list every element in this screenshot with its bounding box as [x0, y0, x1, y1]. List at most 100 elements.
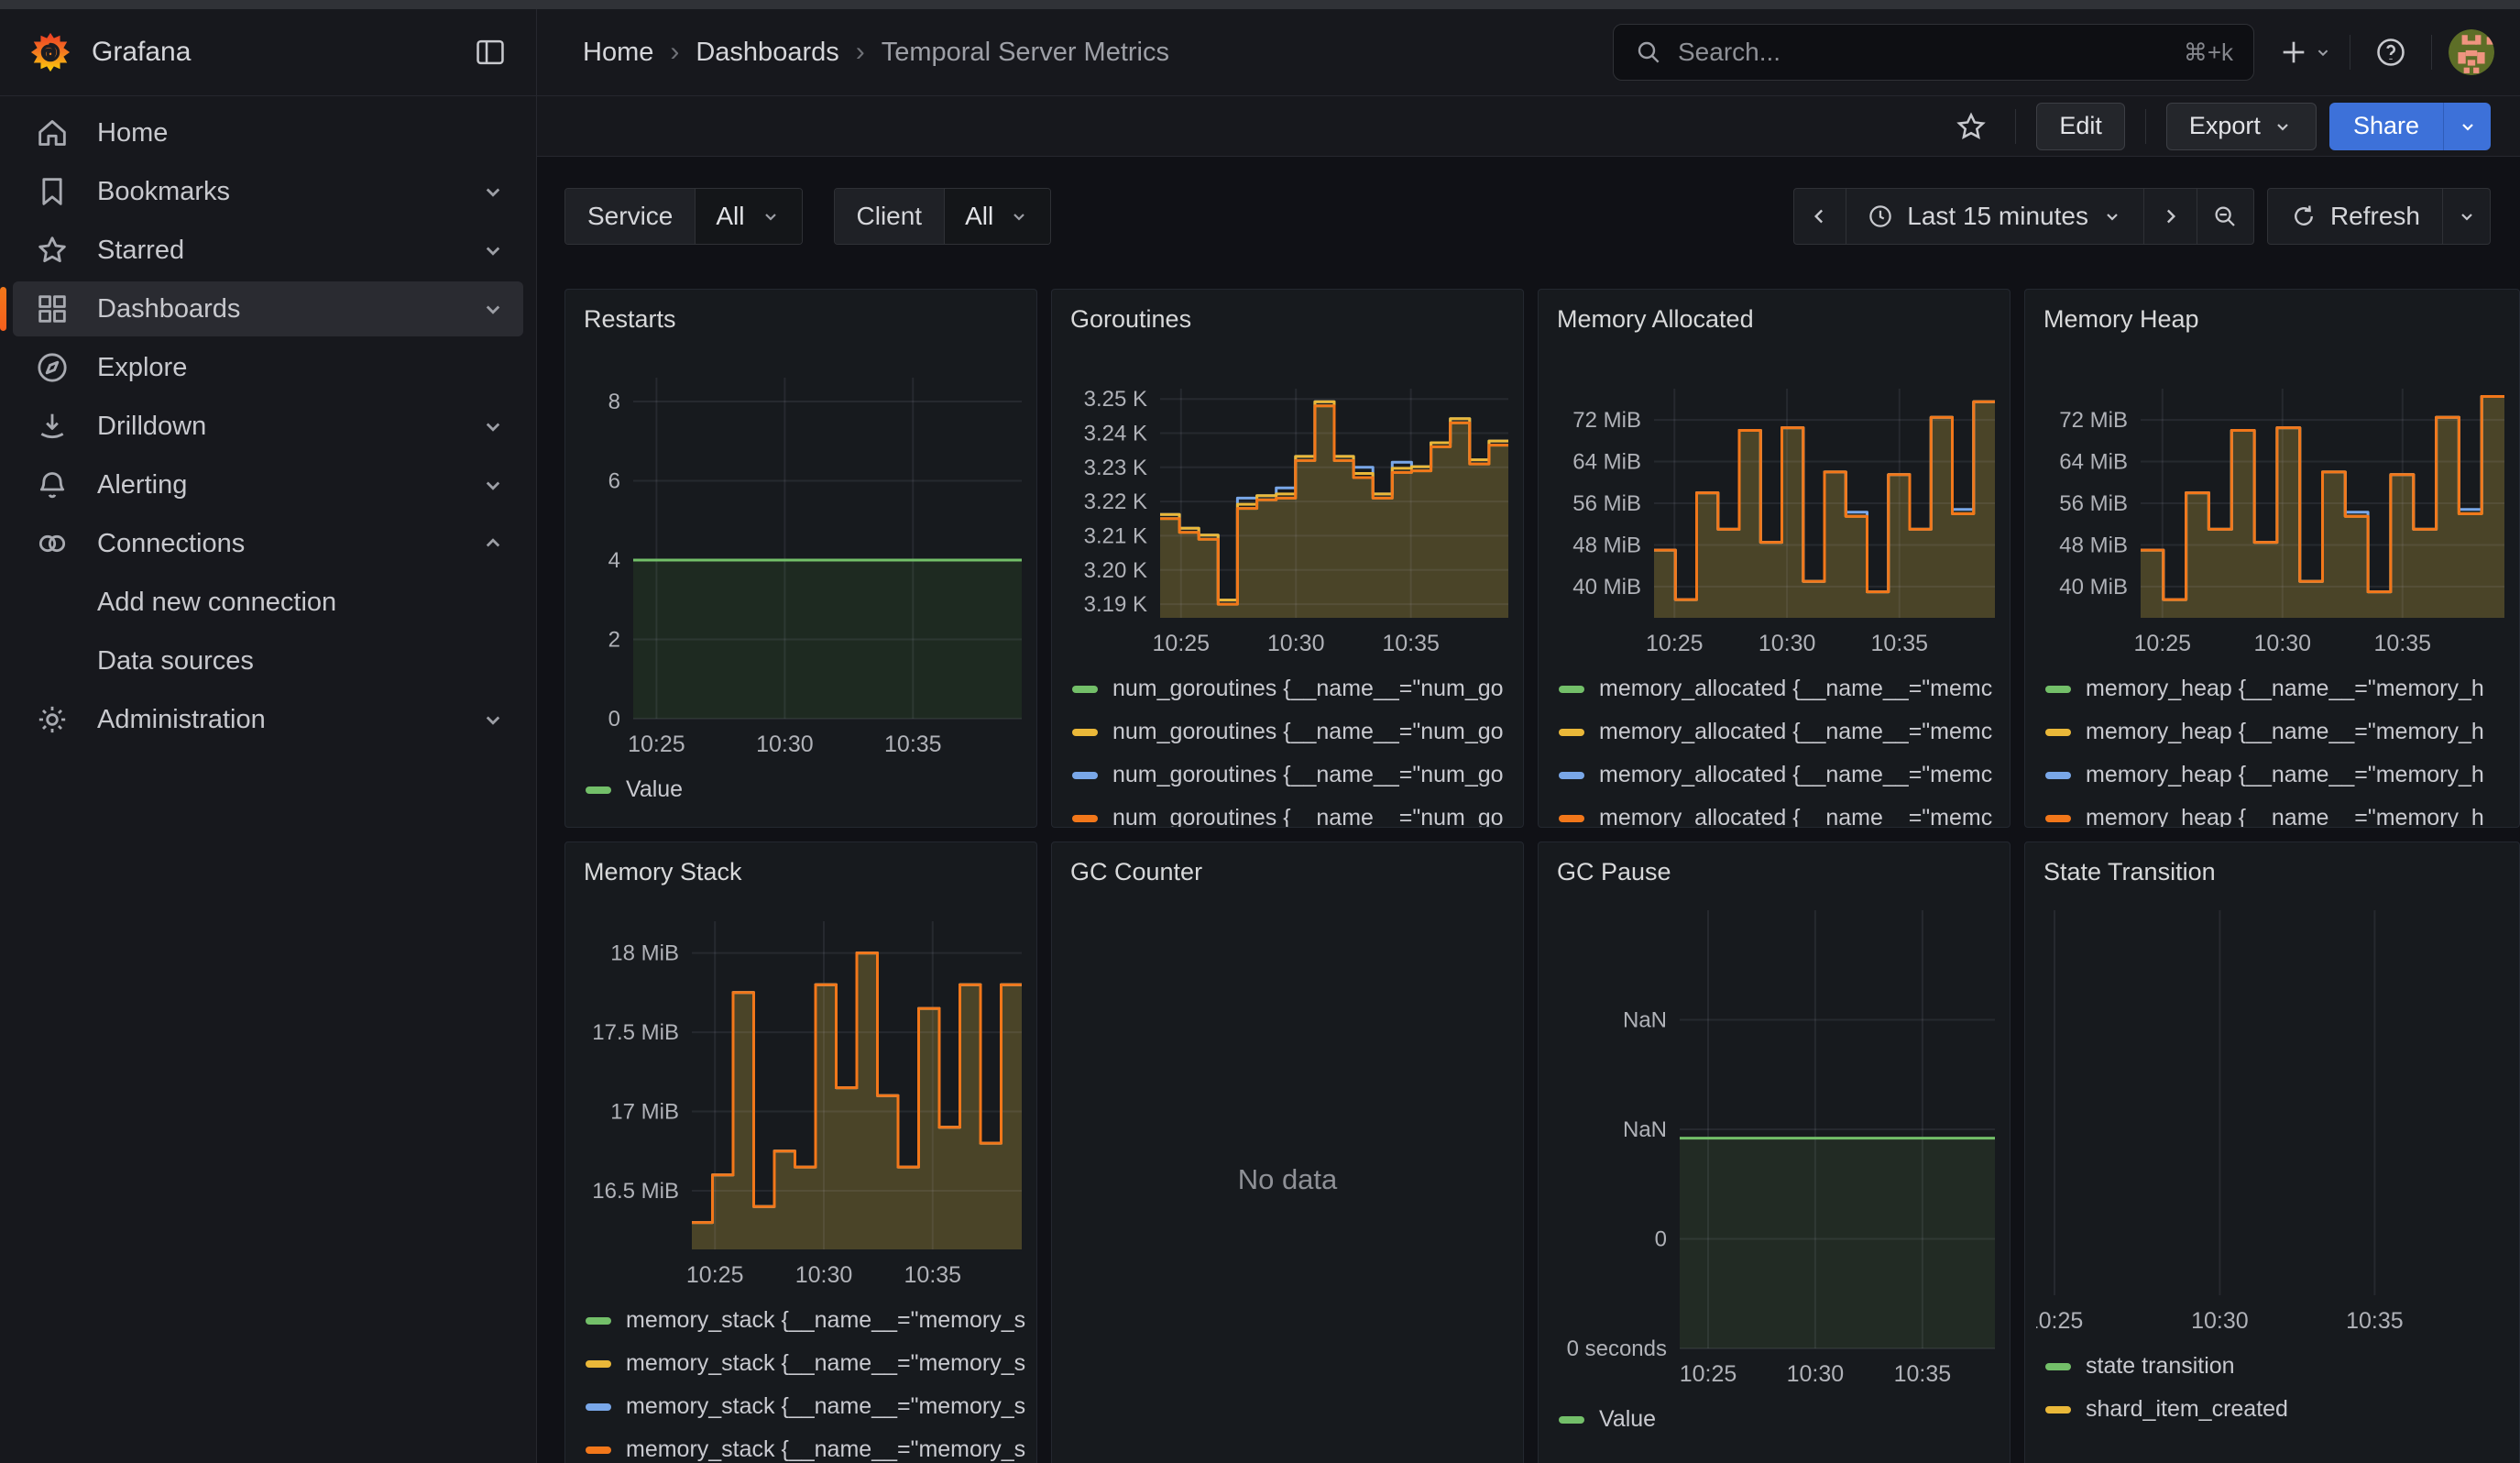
- panel-title[interactable]: Restarts: [565, 290, 1036, 334]
- panel-title[interactable]: Memory Stack: [565, 842, 1036, 886]
- zoom-out-button[interactable]: [2197, 188, 2254, 245]
- panel-title[interactable]: State Transition: [2025, 842, 2519, 886]
- chevron-down-icon: [1008, 205, 1030, 227]
- legend-swatch: [586, 1403, 611, 1411]
- service-variable-dropdown[interactable]: Service All: [564, 188, 803, 245]
- star-dashboard-icon[interactable]: [1947, 103, 1995, 150]
- legend-item[interactable]: state transition: [2045, 1345, 2519, 1388]
- sidebar-item-starred[interactable]: Starred: [13, 223, 523, 278]
- svg-text:10:30: 10:30: [2191, 1308, 2249, 1334]
- legend-item[interactable]: memory_stack {__name__="memory_s: [586, 1342, 1036, 1385]
- share-menu-button[interactable]: [2443, 103, 2491, 150]
- svg-text:10:35: 10:35: [2346, 1308, 2404, 1334]
- chevron-down-icon: [479, 295, 507, 323]
- legend-label: memory_heap {__name__="memory_h: [2086, 719, 2484, 745]
- time-shift-forward-button[interactable]: [2144, 188, 2197, 245]
- chart-goroutines[interactable]: 3.25 K3.24 K3.23 K3.22 K3.21 K3.20 K3.19…: [1063, 389, 1517, 658]
- legend-item[interactable]: num_goroutines {__name__="num_go: [1072, 667, 1523, 710]
- svg-text:4: 4: [608, 548, 620, 573]
- sidebar-item-administration[interactable]: Administration: [13, 692, 523, 747]
- legend-item[interactable]: Value: [1559, 1398, 2010, 1441]
- sidebar-item-connections[interactable]: Connections: [13, 516, 523, 571]
- sidebar-item-label: Data sources: [97, 646, 507, 676]
- sidebar-item-label: Add new connection: [97, 588, 507, 618]
- sidebar-item-data-sources[interactable]: Data sources: [13, 633, 523, 688]
- panel-title[interactable]: GC Pause: [1539, 842, 2010, 886]
- chart-memory-heap[interactable]: 72 MiB64 MiB56 MiB48 MiB40 MiB10:2510:30…: [2036, 389, 2514, 658]
- panel-title[interactable]: Memory Heap: [2025, 290, 2519, 334]
- bookmark-icon: [33, 172, 71, 211]
- chevron-up-icon: [479, 530, 507, 557]
- refresh-button[interactable]: Refresh: [2267, 188, 2443, 245]
- legend-item[interactable]: memory_allocated {__name__="memc: [1559, 667, 2010, 710]
- svg-text:10:30: 10:30: [2254, 631, 2312, 656]
- svg-text:3.21 K: 3.21 K: [1084, 523, 1147, 548]
- legend-item[interactable]: num_goroutines {__name__="num_go: [1072, 797, 1523, 828]
- help-icon[interactable]: [2367, 28, 2415, 76]
- add-new-button[interactable]: [2278, 28, 2333, 76]
- legend-item[interactable]: memory_stack {__name__="memory_s: [586, 1299, 1036, 1342]
- refresh-interval-button[interactable]: [2443, 188, 2491, 245]
- legend-label: num_goroutines {__name__="num_go: [1112, 676, 1504, 702]
- connections-icon: [33, 524, 71, 563]
- legend-item[interactable]: memory_heap {__name__="memory_h: [2045, 710, 2519, 754]
- legend-item[interactable]: memory_allocated {__name__="memc: [1559, 754, 2010, 797]
- legend-item[interactable]: Value: [586, 768, 1036, 811]
- edit-button[interactable]: Edit: [2036, 103, 2125, 150]
- compass-icon: [33, 348, 71, 387]
- panel-title[interactable]: Goroutines: [1052, 290, 1523, 334]
- svg-text:10:35: 10:35: [1894, 1361, 1952, 1387]
- sidebar-item-add-new-connection[interactable]: Add new connection: [13, 575, 523, 630]
- sidebar-item-dashboards[interactable]: Dashboards: [13, 281, 523, 336]
- time-range-picker[interactable]: Last 15 minutes: [1846, 188, 2144, 245]
- legend-item[interactable]: memory_allocated {__name__="memc: [1559, 710, 2010, 754]
- grid-icon: [33, 290, 71, 328]
- sidebar-item-home[interactable]: Home: [13, 105, 523, 160]
- sidebar-item-drilldown[interactable]: Drilldown: [13, 399, 523, 454]
- legend-goroutines: num_goroutines {__name__="num_gonum_goro…: [1052, 658, 1523, 828]
- time-shift-back-button[interactable]: [1793, 188, 1846, 245]
- avatar[interactable]: [2449, 29, 2494, 75]
- legend-item[interactable]: memory_allocated {__name__="memc: [1559, 797, 2010, 828]
- client-variable-dropdown[interactable]: Client All: [834, 188, 1052, 245]
- panel-gc-pause: GC Pause NaNNaN00 seconds10:2510:3010:35…: [1538, 842, 2011, 1463]
- legend-item[interactable]: memory_heap {__name__="memory_h: [2045, 667, 2519, 710]
- legend-item[interactable]: memory_heap {__name__="memory_h: [2045, 754, 2519, 797]
- search-input[interactable]: Search... ⌘+k: [1613, 24, 2254, 81]
- export-label: Export: [2189, 112, 2261, 140]
- legend-item[interactable]: num_goroutines {__name__="num_go: [1072, 754, 1523, 797]
- sidebar-item-label: Starred: [97, 236, 479, 266]
- legend-item[interactable]: num_goroutines {__name__="num_go: [1072, 710, 1523, 754]
- panel-title[interactable]: GC Counter: [1052, 842, 1523, 886]
- svg-text:10:35: 10:35: [904, 1262, 962, 1288]
- home-icon: [33, 114, 71, 152]
- search-shortcut: ⌘+k: [2184, 38, 2233, 67]
- breadcrumb-dashboards[interactable]: Dashboards: [696, 38, 838, 68]
- legend-item[interactable]: memory_stack {__name__="memory_s: [586, 1385, 1036, 1428]
- sidebar-item-bookmarks[interactable]: Bookmarks: [13, 164, 523, 219]
- sidebar-item-alerting[interactable]: Alerting: [13, 457, 523, 512]
- chart-restarts[interactable]: 8642010:2510:3010:35: [576, 378, 1031, 759]
- grafana-logo-icon[interactable]: [29, 31, 71, 73]
- chart-gc-pause[interactable]: NaNNaN00 seconds10:2510:3010:35: [1550, 910, 2004, 1389]
- legend-item[interactable]: memory_stack {__name__="memory_s: [586, 1428, 1036, 1463]
- legend-label: memory_heap {__name__="memory_h: [2086, 762, 2484, 788]
- chart-state-transition[interactable]: 10:2510:3010:35: [2036, 910, 2514, 1336]
- svg-text:72 MiB: 72 MiB: [1572, 408, 1641, 433]
- breadcrumb-home[interactable]: Home: [583, 38, 653, 68]
- legend-item[interactable]: shard_item_created: [2045, 1388, 2519, 1431]
- chart-memory-allocated[interactable]: 72 MiB64 MiB56 MiB48 MiB40 MiB10:2510:30…: [1550, 389, 2004, 658]
- service-variable-label: Service: [565, 189, 696, 244]
- panel-title[interactable]: Memory Allocated: [1539, 290, 2010, 334]
- export-button[interactable]: Export: [2166, 103, 2317, 150]
- legend-item[interactable]: memory_heap {__name__="memory_h: [2045, 797, 2519, 828]
- divider: [2015, 109, 2016, 144]
- legend-label: memory_allocated {__name__="memc: [1599, 805, 1992, 828]
- chart-memory-stack[interactable]: 18 MiB17.5 MiB17 MiB16.5 MiB10:2510:3010…: [576, 921, 1031, 1290]
- sidebar-item-explore[interactable]: Explore: [13, 340, 523, 395]
- svg-text:17 MiB: 17 MiB: [610, 1100, 679, 1125]
- chevron-down-icon: [479, 412, 507, 440]
- sidebar-item-label: Home: [97, 118, 507, 148]
- mega-menu-toggle-icon[interactable]: [470, 32, 510, 72]
- share-button[interactable]: Share: [2329, 103, 2443, 150]
